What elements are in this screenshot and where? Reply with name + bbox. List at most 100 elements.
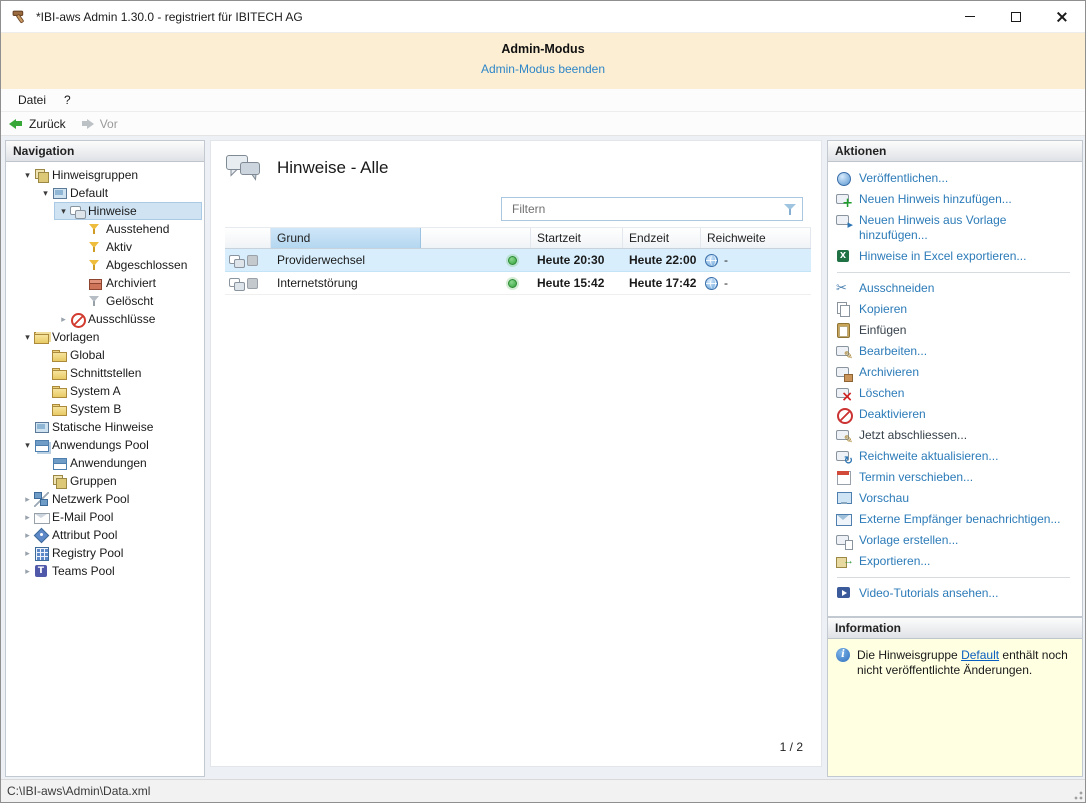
action-externe-empfaenger[interactable]: Externe Empfänger benachrichtigen...	[836, 509, 1072, 530]
admin-mode-banner: Admin-Modus Admin-Modus beenden	[1, 33, 1085, 89]
speech-bubbles-icon	[70, 204, 86, 219]
action-veroeffentlichen[interactable]: Veröffentlichen...	[836, 168, 1072, 189]
expander-icon[interactable]	[21, 490, 34, 508]
information-header: Information	[828, 618, 1082, 639]
tree-item-anwendungs-pool[interactable]: Anwendungs Pool	[6, 436, 204, 454]
column-startzeit[interactable]: Startzeit	[531, 228, 623, 248]
column-reichweite[interactable]: Reichweite	[701, 228, 811, 248]
tree-item-vorlagen[interactable]: Vorlagen	[6, 328, 204, 346]
expander-icon[interactable]	[39, 184, 52, 202]
column-icons[interactable]	[225, 228, 271, 248]
action-neuen-hinweis[interactable]: Neuen Hinweis hinzufügen...	[836, 189, 1072, 210]
app-window: *IBI-aws Admin 1.30.0 - registriert für …	[0, 0, 1086, 803]
action-vorlage-erstellen[interactable]: Vorlage erstellen...	[836, 530, 1072, 551]
app-pool-icon	[34, 438, 49, 453]
action-exportieren[interactable]: Exportieren...	[836, 551, 1072, 572]
action-kopieren[interactable]: Kopieren	[836, 299, 1072, 320]
info-message: Die Hinweisgruppe Default enthält noch n…	[857, 648, 1068, 677]
reichweite-globe-icon	[705, 253, 718, 267]
archive-box-icon	[88, 276, 103, 291]
tree-item-teams-pool[interactable]: Teams Pool	[6, 562, 204, 580]
delete-note-icon	[836, 386, 853, 403]
action-jetzt-abschliessen[interactable]: Jetzt abschliessen...	[836, 425, 1072, 446]
column-grund[interactable]: Grund	[271, 228, 421, 248]
tree-item-netzwerk-pool[interactable]: Netzwerk Pool	[6, 490, 204, 508]
tree-item-gruppen[interactable]: Gruppen	[6, 472, 204, 490]
column-endzeit[interactable]: Endzeit	[623, 228, 701, 248]
tree-item-attribut-pool[interactable]: Attribut Pool	[6, 526, 204, 544]
cell-startzeit: Heute 20:30	[537, 253, 605, 267]
back-button[interactable]: Zurück	[9, 117, 66, 131]
expander-icon[interactable]	[21, 526, 34, 544]
finish-now-icon	[836, 428, 853, 445]
action-loeschen[interactable]: Löschen	[836, 383, 1072, 404]
expander-icon[interactable]	[21, 544, 34, 562]
action-vorschau[interactable]: Vorschau	[836, 488, 1072, 509]
action-excel-exportieren[interactable]: Hinweise in Excel exportieren...	[836, 246, 1072, 267]
tree-item-archiviert[interactable]: Archiviert	[6, 274, 204, 292]
action-archivieren[interactable]: Archivieren	[836, 362, 1072, 383]
tree-item-system-b[interactable]: System B	[6, 400, 204, 418]
tree-item-aktiv[interactable]: Aktiv	[6, 238, 204, 256]
title-bar: *IBI-aws Admin 1.30.0 - registriert für …	[1, 1, 1085, 33]
actions-panel: Aktionen Veröffentlichen... Neuen Hinwei…	[827, 140, 1083, 617]
admin-mode-title: Admin-Modus	[501, 42, 585, 56]
filter-funnel-icon[interactable]	[783, 202, 798, 216]
tree-item-hinweise[interactable]: Hinweise	[6, 202, 204, 220]
action-neuen-hinweis-aus-vorlage[interactable]: Neuen Hinweis aus Vorlage hinzufügen...	[836, 210, 1072, 246]
action-bearbeiten[interactable]: Bearbeiten...	[836, 341, 1072, 362]
tree-item-anwendungen[interactable]: Anwendungen	[6, 454, 204, 472]
tree-item-statische-hinweise[interactable]: Statische Hinweise	[6, 418, 204, 436]
expander-icon[interactable]	[21, 166, 34, 184]
hinweisgruppen-stack-icon	[34, 168, 49, 183]
resize-grip[interactable]	[1070, 787, 1083, 800]
action-deaktivieren[interactable]: Deaktivieren	[836, 404, 1072, 425]
paste-icon	[836, 323, 852, 338]
tree-item-schnittstellen[interactable]: Schnittstellen	[6, 364, 204, 382]
tree-item-email-pool[interactable]: E-Mail Pool	[6, 508, 204, 526]
expander-icon[interactable]	[57, 310, 70, 328]
minimize-button[interactable]	[947, 1, 993, 32]
action-termin-verschieben[interactable]: Termin verschieben...	[836, 467, 1072, 488]
registry-icon	[34, 546, 49, 561]
table-row-providerwechsel[interactable]: Providerwechsel Heute 20:30 Heute 22:00 …	[225, 249, 811, 272]
tree-item-global[interactable]: Global	[6, 346, 204, 364]
filter-gray-icon	[88, 294, 103, 309]
tree-item-system-a[interactable]: System A	[6, 382, 204, 400]
action-reichweite-aktualisieren[interactable]: Reichweite aktualisieren...	[836, 446, 1072, 467]
notify-envelope-icon	[836, 512, 852, 527]
expander-icon[interactable]	[21, 508, 34, 526]
close-button[interactable]	[1039, 1, 1085, 32]
tree-item-hinweisgruppen[interactable]: Hinweisgruppen	[6, 166, 204, 184]
tree-item-geloescht[interactable]: Gelöscht	[6, 292, 204, 310]
action-ausschneiden[interactable]: Ausschneiden	[836, 278, 1072, 299]
default-group-link[interactable]: Default	[961, 648, 999, 662]
tree-item-abgeschlossen[interactable]: Abgeschlossen	[6, 256, 204, 274]
expander-icon[interactable]	[21, 562, 34, 580]
status-active-icon	[508, 255, 517, 265]
expander-icon[interactable]	[21, 436, 34, 454]
tree-item-ausstehend[interactable]: Ausstehend	[6, 220, 204, 238]
cell-endzeit: Heute 22:00	[629, 253, 697, 267]
tree-item-registry-pool[interactable]: Registry Pool	[6, 544, 204, 562]
column-status[interactable]	[421, 228, 531, 248]
menu-help[interactable]: ?	[55, 89, 80, 111]
close-icon	[1056, 11, 1068, 23]
table-row-internetstoerung[interactable]: Internetstörung Heute 15:42 Heute 17:42 …	[225, 272, 811, 295]
expander-icon[interactable]	[21, 328, 34, 346]
maximize-icon	[1011, 11, 1021, 22]
calendar-icon	[836, 470, 852, 485]
forward-button[interactable]: Vor	[80, 117, 118, 131]
hinweis-icon	[229, 253, 245, 268]
folder-icon	[52, 348, 67, 363]
admin-mode-exit-link[interactable]: Admin-Modus beenden	[481, 62, 605, 76]
action-einfuegen[interactable]: Einfügen	[836, 320, 1072, 341]
expander-icon[interactable]	[57, 202, 70, 220]
menu-datei[interactable]: Datei	[9, 89, 55, 111]
tree-item-default[interactable]: Default	[6, 184, 204, 202]
filter-input[interactable]	[501, 197, 803, 221]
content-panel: Hinweise - Alle Grund Startzeit Endzeit …	[210, 140, 822, 767]
action-video-tutorials[interactable]: Video-Tutorials ansehen...	[836, 583, 1072, 604]
maximize-button[interactable]	[993, 1, 1039, 32]
tree-item-ausschluesse[interactable]: Ausschlüsse	[6, 310, 204, 328]
